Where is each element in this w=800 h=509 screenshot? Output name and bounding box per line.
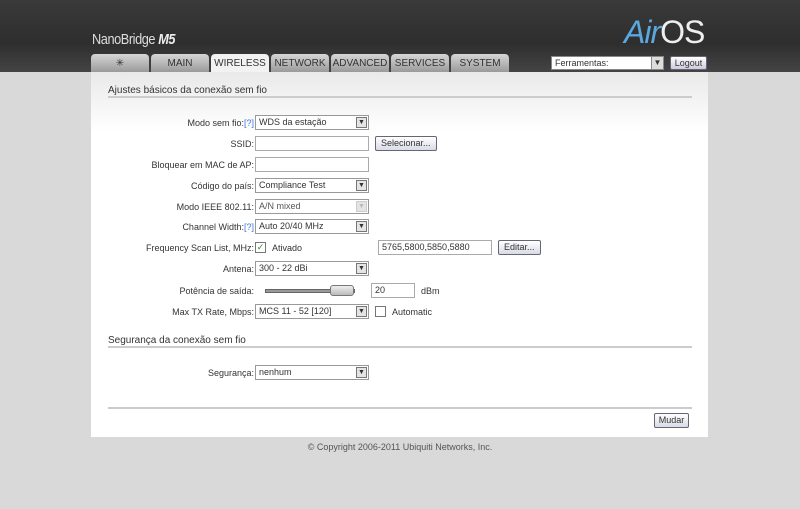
copyright: © Copyright 2006-2011 Ubiquiti Networks,… (307, 442, 493, 452)
tab-logo[interactable]: ✳ (91, 54, 149, 72)
airos-logo: AirOS (624, 14, 705, 50)
antenna-select[interactable]: 300 - 22 dBi ▼ (255, 261, 369, 276)
scan-list-input[interactable]: 5765,5800,5850,5880 (378, 240, 492, 255)
tab-main[interactable]: MAIN (151, 54, 209, 72)
help-link[interactable]: [?] (244, 118, 254, 128)
device-name: NanoBridge M5 (92, 31, 176, 48)
chevron-down-icon: ▼ (356, 117, 367, 128)
divider (108, 407, 692, 409)
lock-ap-mac-input[interactable] (255, 157, 369, 172)
scan-list-checkbox[interactable]: ✓ (255, 242, 266, 253)
row-ssid: SSID: Selecionar... (91, 136, 708, 152)
row-max-tx-rate: Max TX Rate, Mbps: MCS 11 - 52 [120] ▼ Au… (172, 304, 433, 319)
divider (108, 346, 692, 348)
automatic-checkbox[interactable] (375, 306, 386, 317)
row-wireless-mode: Modo sem fio:[?] WDS da estação ▼ (91, 115, 708, 131)
ieee-mode-select: A/N mixed ▼ (255, 199, 369, 214)
slider-handle[interactable] (329, 284, 354, 296)
divider (108, 96, 692, 98)
security-select[interactable]: nenhum ▼ (255, 365, 369, 380)
chevron-down-icon: ▼ (356, 306, 367, 317)
chevron-down-icon: ▼ (356, 367, 367, 378)
tab-network[interactable]: NETWORK (271, 54, 329, 72)
chevron-down-icon: ▼ (356, 180, 367, 191)
chevron-down-icon: ▼ (356, 263, 367, 274)
section-title-basic: Ajustes básicos da conexão sem fio (108, 85, 267, 96)
main-tabs: ✳ MAIN WIRELESS NETWORK ADVANCED SERVICE… (91, 54, 509, 73)
ssid-input[interactable] (255, 136, 369, 151)
logout-button[interactable]: Logout (670, 56, 707, 70)
section-title-security: Segurança da conexão sem fio (108, 335, 246, 346)
row-lock-ap: Bloquear em MAC de AP: (91, 157, 708, 173)
row-ieee-mode: Modo IEEE 802.11: A/N mixed ▼ (91, 199, 708, 215)
header: NanoBridge M5 AirOS ✳ MAIN WIRELESS NETW… (0, 0, 800, 73)
wireless-mode-select[interactable]: WDS da estação ▼ (255, 115, 369, 130)
country-select[interactable]: Compliance Test ▼ (255, 178, 369, 193)
chevron-down-icon: ▼ (651, 57, 663, 69)
output-power-slider[interactable] (265, 284, 365, 298)
row-output-power: Potência de saída: 20 dBm (179, 283, 440, 298)
row-frequency-scan: Frequency Scan List, MHz: ✓ Ativado 5765,… (91, 240, 708, 256)
tab-system[interactable]: SYSTEM (451, 54, 509, 72)
tab-services[interactable]: SERVICES (391, 54, 449, 72)
edit-scan-list-button[interactable]: Editar... (498, 240, 541, 255)
chevron-down-icon: ▼ (356, 221, 367, 232)
row-security: Segurança: nenhum ▼ (91, 365, 708, 381)
chevron-down-icon: ▼ (356, 201, 367, 212)
apply-button[interactable]: Mudar (654, 413, 689, 428)
channel-width-select[interactable]: Auto 20/40 MHz ▼ (255, 219, 369, 234)
tab-advanced[interactable]: ADVANCED (331, 54, 389, 72)
help-link[interactable]: [?] (244, 222, 254, 232)
select-ssid-button[interactable]: Selecionar... (375, 136, 437, 151)
row-country: Código do país: Compliance Test ▼ (91, 178, 708, 194)
output-power-input[interactable]: 20 (371, 283, 415, 298)
row-antenna: Antena: 300 - 22 dBi ▼ (91, 261, 708, 277)
max-tx-rate-select[interactable]: MCS 11 - 52 [120] ▼ (255, 304, 369, 319)
wireless-panel: Ajustes básicos da conexão sem fio Modo … (91, 72, 708, 437)
row-channel-width: Channel Width:[?] Auto 20/40 MHz ▼ (91, 219, 708, 235)
ubiquiti-logo-icon: ✳ (115, 58, 125, 69)
tools-select[interactable]: Ferramentas: ▼ (551, 56, 664, 70)
tab-wireless[interactable]: WIRELESS (211, 54, 269, 73)
